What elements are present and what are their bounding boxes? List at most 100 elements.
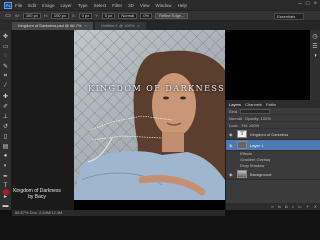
blur-tool-icon[interactable]: ● xyxy=(2,152,10,160)
properties-icon[interactable]: ☰ xyxy=(311,42,319,50)
close-icon[interactable]: × xyxy=(84,22,86,30)
menu-layer[interactable]: Layer xyxy=(61,3,72,8)
layer-row[interactable]: ◉ T Kingdom of Darkness xyxy=(226,129,320,140)
x-field[interactable]: 0 px xyxy=(78,12,93,19)
eyedropper-tool-icon[interactable]: ⁄ xyxy=(2,82,10,90)
workspace-select[interactable]: Essentials xyxy=(274,13,304,20)
gradient-tool-icon[interactable]: ▤ xyxy=(2,142,10,150)
layer-name: Background xyxy=(250,171,272,177)
crop-tool-icon[interactable]: ⌗ xyxy=(2,72,10,80)
move-tool-icon[interactable]: ✥ xyxy=(2,32,10,40)
menu-image[interactable]: Image xyxy=(42,3,55,8)
feather-field[interactable]: 0% xyxy=(140,12,152,19)
doc-size: Doc: 2.64M/12.4M xyxy=(29,210,63,215)
window-controls: – □ × xyxy=(299,1,317,7)
kingdom-title-text: KINGDOM OF DARKNESS xyxy=(88,84,226,93)
tab-layers[interactable]: Layers xyxy=(229,102,241,107)
eye-icon[interactable]: ◉ xyxy=(229,132,234,137)
lock-label: Lock: xyxy=(229,122,239,128)
height-field[interactable]: 100 px xyxy=(50,12,69,19)
text-layer-thumb: T xyxy=(237,130,247,138)
layer-thumb xyxy=(237,141,247,149)
menu-type[interactable]: Type xyxy=(78,3,88,8)
y-label: Y: xyxy=(95,13,99,18)
x-label: X: xyxy=(71,13,76,18)
tab-second-document[interactable]: Untitled-1 @ 100% × xyxy=(94,22,146,30)
application-menu-bar: Ps File Edit Image Layer Type Select Fil… xyxy=(0,0,320,30)
layers-panel-footer: ∞ fx ◘ ◑ ▭ ＋ ✕ xyxy=(226,203,320,210)
filter-kind-label[interactable]: Kind xyxy=(229,109,237,114)
menu-help[interactable]: Help xyxy=(178,3,187,8)
adjustment-layer-icon[interactable]: ◑ xyxy=(291,204,293,209)
tab-paths[interactable]: Paths xyxy=(266,102,276,107)
maximize-icon[interactable]: □ xyxy=(306,1,310,7)
layers-panel-tabs: Layers Channels Paths xyxy=(226,100,320,108)
status-bar: 66.67% Doc: 2.64M/12.4M xyxy=(0,210,320,240)
marquee-tool-icon[interactable]: ▭ xyxy=(2,42,10,50)
mask-icon[interactable]: ◘ xyxy=(285,204,287,209)
lasso-tool-icon[interactable]: ◌ xyxy=(2,52,10,60)
eraser-tool-icon[interactable]: ▯ xyxy=(2,132,10,140)
photo-layer-thumb xyxy=(237,170,247,178)
lock-row: Lock: Fill: 100% xyxy=(226,122,320,129)
layer-row-selected[interactable]: ◉ Layer 1 xyxy=(226,140,320,151)
eye-icon[interactable]: ◉ xyxy=(229,143,234,148)
refine-edge-button[interactable]: Refine Edge... xyxy=(155,12,189,19)
menu-window[interactable]: Window xyxy=(156,3,172,8)
filter-input[interactable] xyxy=(240,108,271,114)
y-field[interactable]: 0 px xyxy=(101,12,116,19)
tab-label: Untitled-1 @ 100% xyxy=(100,23,135,28)
healing-tool-icon[interactable]: ✚ xyxy=(2,92,10,100)
tab-active-document[interactable]: Kingdom of Darkness.psd @ 66.7% × xyxy=(12,22,93,30)
menu-edit[interactable]: Edit xyxy=(28,3,36,8)
menu-3d[interactable]: 3D xyxy=(128,3,134,8)
new-layer-icon[interactable]: ＋ xyxy=(306,204,310,210)
dodge-tool-icon[interactable]: ◐ xyxy=(2,162,10,170)
fill-field[interactable]: Fill: 100% xyxy=(242,123,260,128)
layer-name: Layer 1 xyxy=(250,142,264,148)
blend-mode-select[interactable]: Normal xyxy=(229,116,242,121)
menu-view[interactable]: View xyxy=(140,3,150,8)
options-bar: ▭ W: 100 px H: 100 px X: 0 px Y: 0 px No… xyxy=(0,10,320,21)
minimize-icon[interactable]: – xyxy=(299,1,302,7)
tools-panel: ✥ ▭ ◌ ✎ ⌗ ⁄ ✚ ✐ ⊥ ↺ ▯ ▤ ● ◐ ✒ T ▸ ▬ ✋ ⚲ xyxy=(0,30,12,240)
eye-icon[interactable]: ◉ xyxy=(229,172,234,177)
adjustments-icon[interactable]: ◑ xyxy=(311,52,319,60)
tab-label: Kingdom of Darkness.psd @ 66.7% xyxy=(18,23,82,28)
brush-tool-icon[interactable]: ✐ xyxy=(2,102,10,110)
marquee-icon[interactable]: ▭ xyxy=(4,12,12,20)
fx-icon[interactable]: fx xyxy=(278,204,281,209)
shape-tool-icon[interactable]: ▬ xyxy=(2,202,10,210)
preview-strip xyxy=(12,30,74,210)
folder-icon[interactable]: ▭ xyxy=(298,204,302,209)
height-label: H: xyxy=(43,13,48,18)
width-label: W: xyxy=(15,13,20,18)
tab-channels[interactable]: Channels xyxy=(245,102,262,107)
zoom-readout[interactable]: 66.67% xyxy=(15,210,29,215)
history-icon[interactable]: ◷ xyxy=(311,32,319,40)
photoshop-logo: Ps xyxy=(4,1,12,9)
menu-filter[interactable]: Filter xyxy=(112,3,122,8)
menu-select[interactable]: Select xyxy=(94,3,107,8)
stamp-tool-icon[interactable]: ⊥ xyxy=(2,112,10,120)
layer-filter-row: Kind xyxy=(226,108,320,115)
quick-select-tool-icon[interactable]: ✎ xyxy=(2,62,10,70)
preview-caption: Kingdom of Darkness by Bacy xyxy=(0,188,74,200)
layer-name: Kingdom of Darkness xyxy=(250,131,289,137)
menu-file[interactable]: File xyxy=(15,3,22,8)
trash-icon[interactable]: ✕ xyxy=(314,204,317,209)
mode-select[interactable]: Normal xyxy=(118,12,138,19)
opacity-field[interactable]: Opacity: 100% xyxy=(245,116,271,121)
close-icon[interactable]: × xyxy=(313,1,317,7)
width-field[interactable]: 100 px xyxy=(22,12,41,19)
layers-panel: Layers Channels Paths Kind Normal Opacit… xyxy=(225,100,320,210)
link-icon[interactable]: ∞ xyxy=(271,204,274,209)
pen-tool-icon[interactable]: ✒ xyxy=(2,172,10,180)
menu-row: Ps File Edit Image Layer Type Select Fil… xyxy=(0,0,320,10)
blend-row: Normal Opacity: 100% xyxy=(226,115,320,122)
history-brush-tool-icon[interactable]: ↺ xyxy=(2,122,10,130)
close-icon[interactable]: × xyxy=(137,22,139,30)
document-tabs: Kingdom of Darkness.psd @ 66.7% × Untitl… xyxy=(12,21,320,30)
layer-row-background[interactable]: ◉ Background xyxy=(226,169,320,180)
preview-caption-line2: by Bacy xyxy=(28,194,46,200)
